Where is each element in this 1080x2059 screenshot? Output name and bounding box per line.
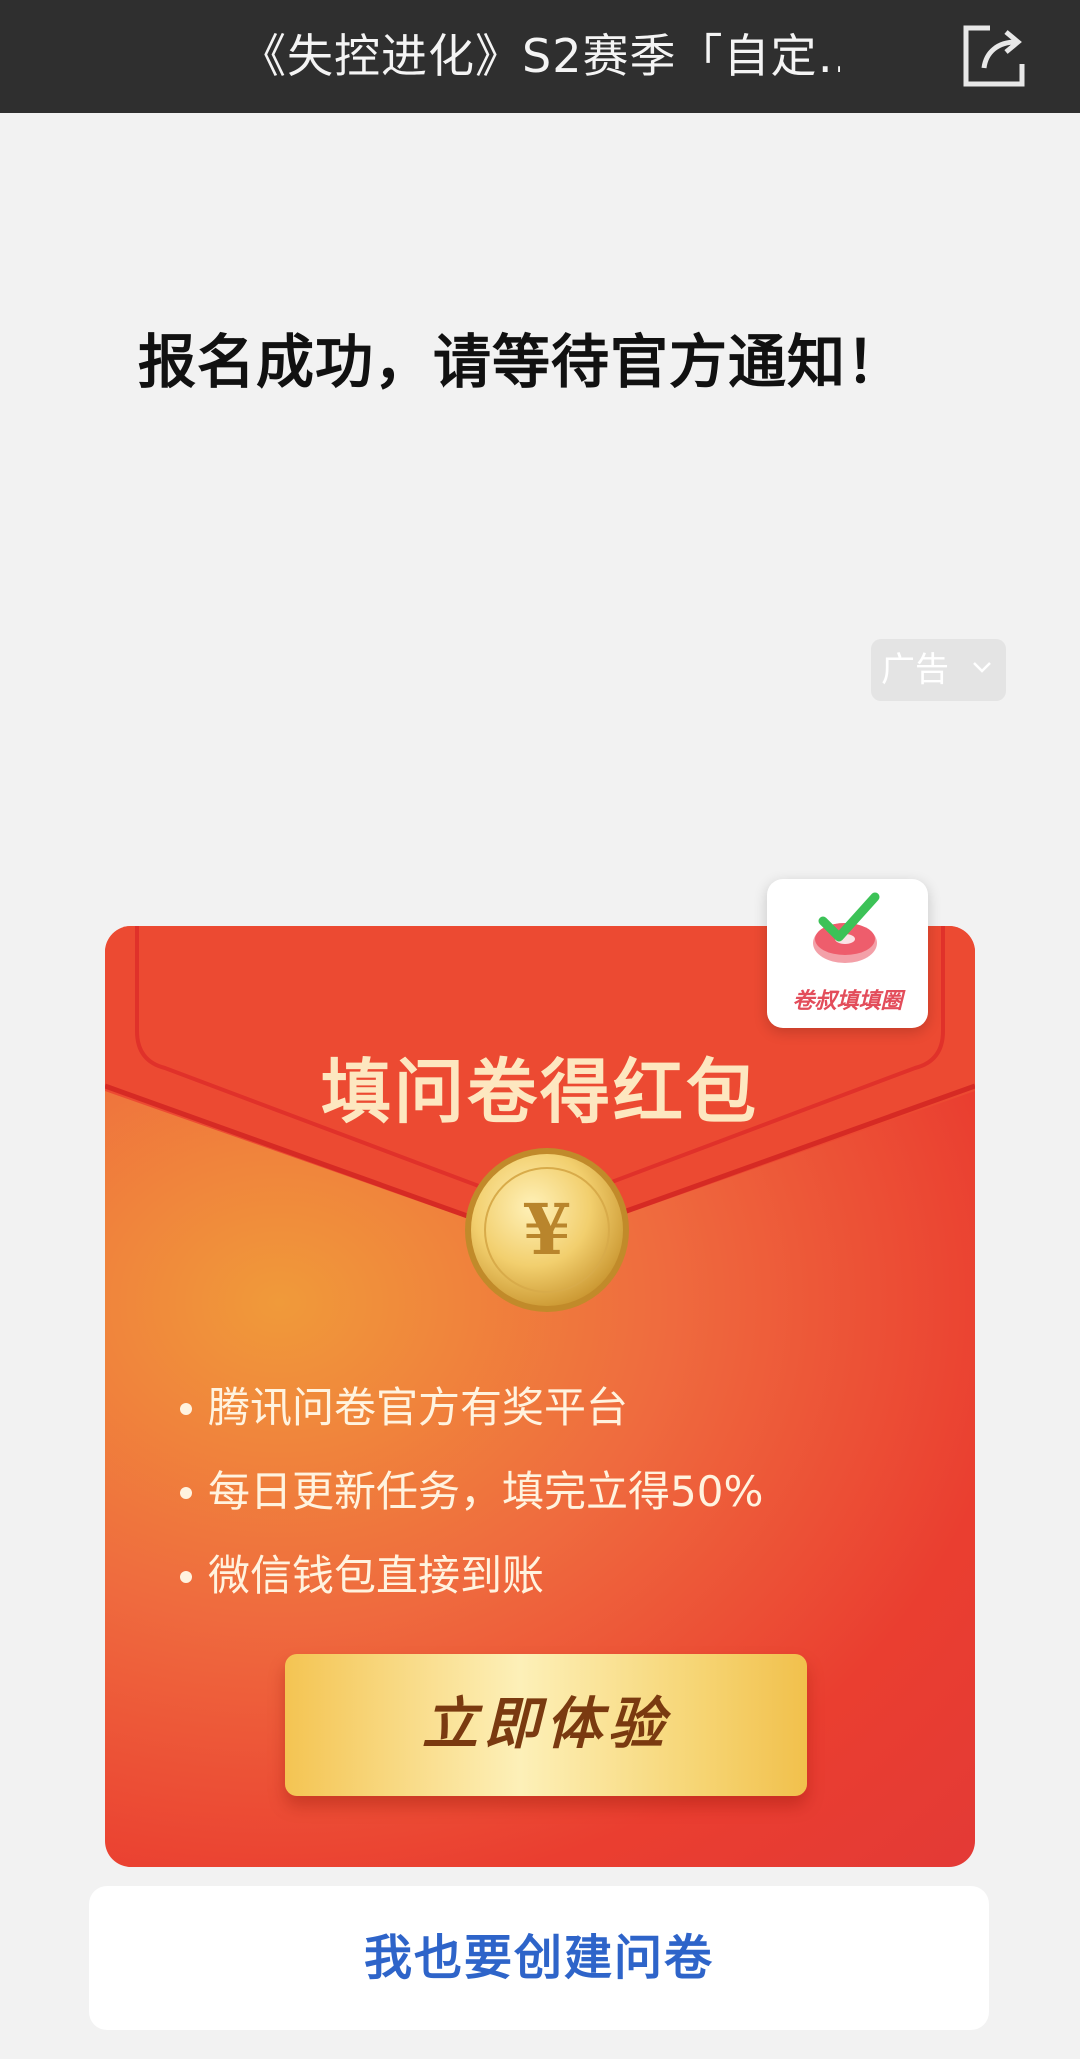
brand-label: 卷叔填填圈	[792, 989, 903, 1014]
create-survey-button[interactable]: 我也要创建问卷	[89, 1886, 989, 2030]
benefit-list: 腾讯问卷官方有奖平台 每日更新任务，填完立得50% 微信钱包直接到账	[180, 1366, 960, 1618]
success-message: 报名成功，请等待官方通知！	[138, 328, 906, 396]
top-bar: 《失控进化》S2赛季「自定…	[0, 0, 1080, 113]
try-now-button[interactable]: 立即体验	[285, 1654, 807, 1796]
ad-label-text: 广告	[881, 650, 949, 690]
ad-headline: 填问卷得红包	[321, 1051, 759, 1133]
share-icon[interactable]	[956, 18, 1032, 94]
list-item: 微信钱包直接到账	[180, 1534, 960, 1618]
red-packet-ad-card[interactable]: 填问卷得红包 ¥ 腾讯问卷官方有奖平台 每日更新任务，填完立得50% 微信钱包直…	[105, 926, 975, 1867]
brand-badge: 卷叔填填圈	[767, 879, 928, 1028]
page-title: 《失控进化》S2赛季「自定…	[240, 29, 840, 83]
donut-check-icon	[813, 892, 880, 963]
coin-symbol: ¥	[523, 1188, 572, 1271]
ad-label-dropdown[interactable]: 广告	[871, 639, 1006, 701]
chevron-down-icon	[973, 662, 991, 673]
list-item: 腾讯问卷官方有奖平台	[180, 1366, 960, 1450]
list-item: 每日更新任务，填完立得50%	[180, 1450, 960, 1534]
gold-coin-icon: ¥	[465, 1148, 629, 1312]
